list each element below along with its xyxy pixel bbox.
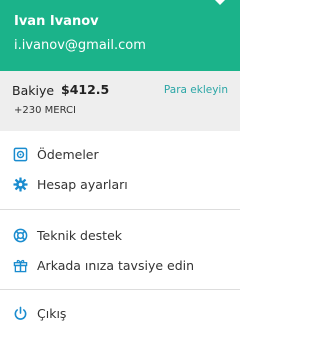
add-money-link[interactable]: Para ekleyin	[164, 84, 228, 96]
menu-item-label: Ödemeler	[37, 147, 99, 162]
user-name: Ivan Ivanov	[14, 14, 99, 29]
menu-item-account-settings[interactable]: Hesap ayarları	[0, 171, 240, 199]
menu-item-label: Hesap ayarları	[37, 177, 128, 192]
menu-item-label: Arkada ınıza tavsiye edin	[37, 258, 195, 273]
menu-item-logout[interactable]: Çıkış	[0, 300, 240, 328]
menu-item-label: Çıkış	[37, 306, 67, 321]
account-header: Ivan Ivanov i.ivanov@gmail.com	[0, 0, 240, 71]
balance-label: Bakiye	[12, 83, 55, 98]
gift-icon	[13, 258, 28, 273]
points-balance: +230 MERCI	[14, 105, 76, 116]
wallet-icon	[13, 147, 28, 162]
menu-divider	[0, 289, 240, 290]
balance-amount: $412.5	[61, 82, 110, 97]
dropdown-caret	[214, 0, 226, 5]
balance-section: Bakiye $412.5 Para ekleyin +230 MERCI	[0, 71, 240, 131]
account-dropdown: Ivan Ivanov i.ivanov@gmail.com Bakiye $4…	[0, 0, 240, 341]
menu-divider	[0, 209, 240, 210]
user-email: i.ivanov@gmail.com	[14, 38, 146, 53]
menu-item-invite[interactable]: Arkada ınıza tavsiye edin	[0, 252, 240, 280]
menu-item-payments[interactable]: Ödemeler	[0, 141, 240, 169]
lifebuoy-icon	[13, 228, 28, 243]
menu-item-support[interactable]: Teknik destek	[0, 222, 240, 250]
power-icon	[13, 306, 28, 321]
gear-icon	[13, 177, 28, 192]
menu-item-label: Teknik destek	[37, 228, 123, 243]
